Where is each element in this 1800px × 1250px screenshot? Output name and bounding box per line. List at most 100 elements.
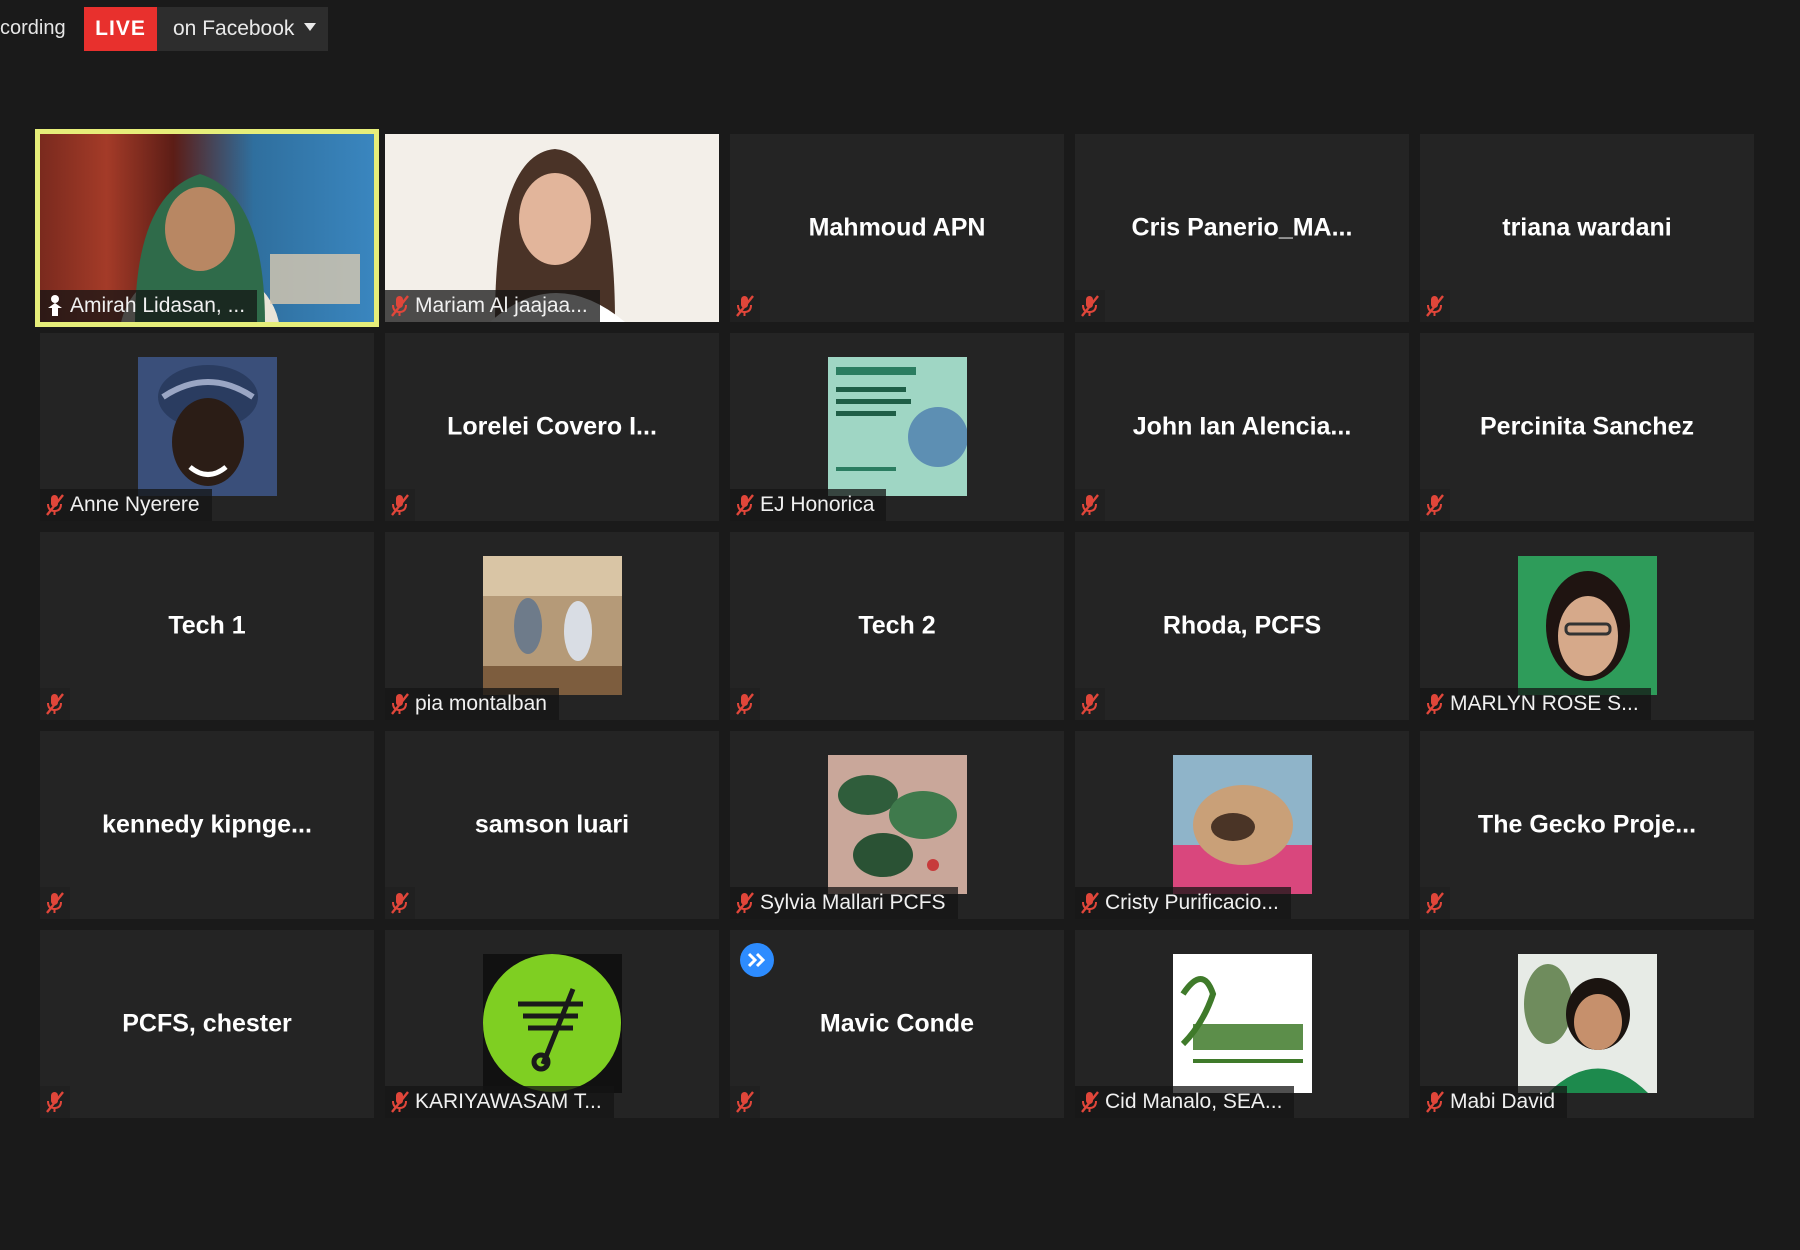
participant-avatar xyxy=(138,357,277,496)
participant-name-tag: MARLYN ROSE S... xyxy=(1420,688,1651,720)
participant-tile[interactable]: Cris Panerio_MA... xyxy=(1075,134,1409,322)
participant-tile[interactable]: samson luari xyxy=(385,731,719,919)
top-bar: cording LIVE on Facebook xyxy=(0,0,1800,60)
muted-mic-icon xyxy=(1075,688,1105,720)
participant-name-tag: Mariam Al jaajaa... xyxy=(385,290,600,322)
participant-tile[interactable]: Amirah Lidasan, ... xyxy=(35,129,379,327)
participant-avatar xyxy=(1173,755,1312,894)
participant-name: Lorelei Covero I... xyxy=(447,412,657,441)
participant-tile[interactable]: Anne Nyerere xyxy=(40,333,374,521)
muted-mic-icon xyxy=(385,887,415,919)
participant-label: EJ Honorica xyxy=(760,493,875,516)
participant-tile[interactable]: PCFS, chester xyxy=(40,930,374,1118)
participant-name: The Gecko Proje... xyxy=(1477,810,1697,839)
participant-name-tag: Cid Manalo, SEA... xyxy=(1075,1086,1295,1118)
muted-mic-icon xyxy=(1075,489,1105,521)
participant-tile[interactable]: KARIYAWASAM T... xyxy=(385,930,719,1118)
participant-avatar xyxy=(1173,954,1312,1093)
participant-tile[interactable]: EJ Honorica xyxy=(730,333,1064,521)
muted-mic-icon xyxy=(1075,887,1105,919)
participant-name-tag xyxy=(385,887,415,919)
participant-name-tag xyxy=(1075,489,1105,521)
muted-mic-icon xyxy=(730,290,760,322)
participant-tile[interactable]: Cid Manalo, SEA... xyxy=(1075,930,1409,1118)
live-badge[interactable]: LIVE xyxy=(84,7,157,51)
participant-name-tag: Amirah Lidasan, ... xyxy=(40,290,258,322)
muted-mic-icon xyxy=(730,688,760,720)
participant-label: Mariam Al jaajaa... xyxy=(415,294,588,317)
muted-mic-icon xyxy=(385,489,415,521)
participant-tile[interactable]: Cristy Purificacio... xyxy=(1075,731,1409,919)
live-stream-target: on Facebook xyxy=(173,17,295,40)
participant-name-tag: Sylvia Mallari PCFS xyxy=(730,887,958,919)
participant-name: Percinita Sanchez xyxy=(1480,412,1694,441)
live-stream-dropdown[interactable]: on Facebook xyxy=(157,7,328,51)
fast-forward-icon[interactable] xyxy=(740,943,774,977)
participant-name-tag xyxy=(730,688,760,720)
muted-mic-icon xyxy=(385,1086,415,1118)
pin-icon xyxy=(40,290,70,322)
participant-tile[interactable]: MARLYN ROSE S... xyxy=(1420,532,1754,720)
muted-mic-icon xyxy=(1075,290,1105,322)
muted-mic-icon xyxy=(40,887,70,919)
muted-mic-icon xyxy=(40,489,70,521)
participant-name: Tech 1 xyxy=(168,611,246,640)
participant-name-tag: EJ Honorica xyxy=(730,489,887,521)
participant-name-tag xyxy=(1420,290,1450,322)
muted-mic-icon xyxy=(385,290,415,322)
muted-mic-icon xyxy=(730,1086,760,1118)
participant-label: Anne Nyerere xyxy=(70,493,200,516)
participant-label: Mabi David xyxy=(1450,1090,1556,1113)
participant-name-tag xyxy=(40,887,70,919)
participant-name-tag: KARIYAWASAM T... xyxy=(385,1086,614,1118)
participant-name-tag xyxy=(40,688,70,720)
participant-tile[interactable]: Lorelei Covero I... xyxy=(385,333,719,521)
participant-name-tag xyxy=(40,1086,70,1118)
participant-tile[interactable]: The Gecko Proje... xyxy=(1420,731,1754,919)
participant-tile[interactable]: triana wardani xyxy=(1420,134,1754,322)
muted-mic-icon xyxy=(730,489,760,521)
participant-tile[interactable]: Tech 2 xyxy=(730,532,1064,720)
muted-mic-icon xyxy=(40,688,70,720)
participant-tile[interactable]: Percinita Sanchez xyxy=(1420,333,1754,521)
participant-name: Mavic Conde xyxy=(819,1009,975,1038)
muted-mic-icon xyxy=(40,1086,70,1118)
participant-name-tag xyxy=(1420,887,1450,919)
participant-tile[interactable]: Mahmoud APN xyxy=(730,134,1064,322)
participant-name-tag xyxy=(1420,489,1450,521)
muted-mic-icon xyxy=(1420,1086,1450,1118)
participant-tile[interactable]: Mabi David xyxy=(1420,930,1754,1118)
participant-label: Amirah Lidasan, ... xyxy=(70,294,246,317)
participant-tile[interactable]: Mariam Al jaajaa... xyxy=(385,134,719,322)
participant-label: Sylvia Mallari PCFS xyxy=(760,891,946,914)
participant-avatar xyxy=(483,954,622,1093)
participant-tile[interactable]: kennedy kipnge... xyxy=(40,731,374,919)
participant-name-tag: Cristy Purificacio... xyxy=(1075,887,1291,919)
caret-down-icon[interactable] xyxy=(304,23,316,31)
participant-name-tag xyxy=(1075,290,1105,322)
participant-label: Cid Manalo, SEA... xyxy=(1105,1090,1283,1113)
participant-name: samson luari xyxy=(474,810,630,839)
participant-tile[interactable]: Tech 1 xyxy=(40,532,374,720)
participant-name-tag xyxy=(1075,688,1105,720)
participant-name-tag: Mabi David xyxy=(1420,1086,1568,1118)
participant-name: Cris Panerio_MA... xyxy=(1131,213,1353,242)
participant-tile[interactable]: Sylvia Mallari PCFS xyxy=(730,731,1064,919)
participant-name: John Ian Alencia... xyxy=(1132,412,1352,441)
participant-name-tag: Anne Nyerere xyxy=(40,489,212,521)
participant-tile[interactable]: pia montalban xyxy=(385,532,719,720)
muted-mic-icon xyxy=(1420,887,1450,919)
participant-name-tag xyxy=(385,489,415,521)
participant-avatar xyxy=(1518,556,1657,695)
participant-tile[interactable]: John Ian Alencia... xyxy=(1075,333,1409,521)
participant-avatar xyxy=(828,357,967,496)
participant-name: triana wardani xyxy=(1502,213,1672,242)
participant-label: Cristy Purificacio... xyxy=(1105,891,1279,914)
participant-avatar xyxy=(828,755,967,894)
participant-name-tag xyxy=(730,1086,760,1118)
participant-label: MARLYN ROSE S... xyxy=(1450,692,1639,715)
participant-tile[interactable]: Rhoda, PCFS xyxy=(1075,532,1409,720)
participant-name: kennedy kipnge... xyxy=(102,810,312,839)
muted-mic-icon xyxy=(1420,688,1450,720)
participant-tile[interactable]: Mavic Conde xyxy=(730,930,1064,1118)
